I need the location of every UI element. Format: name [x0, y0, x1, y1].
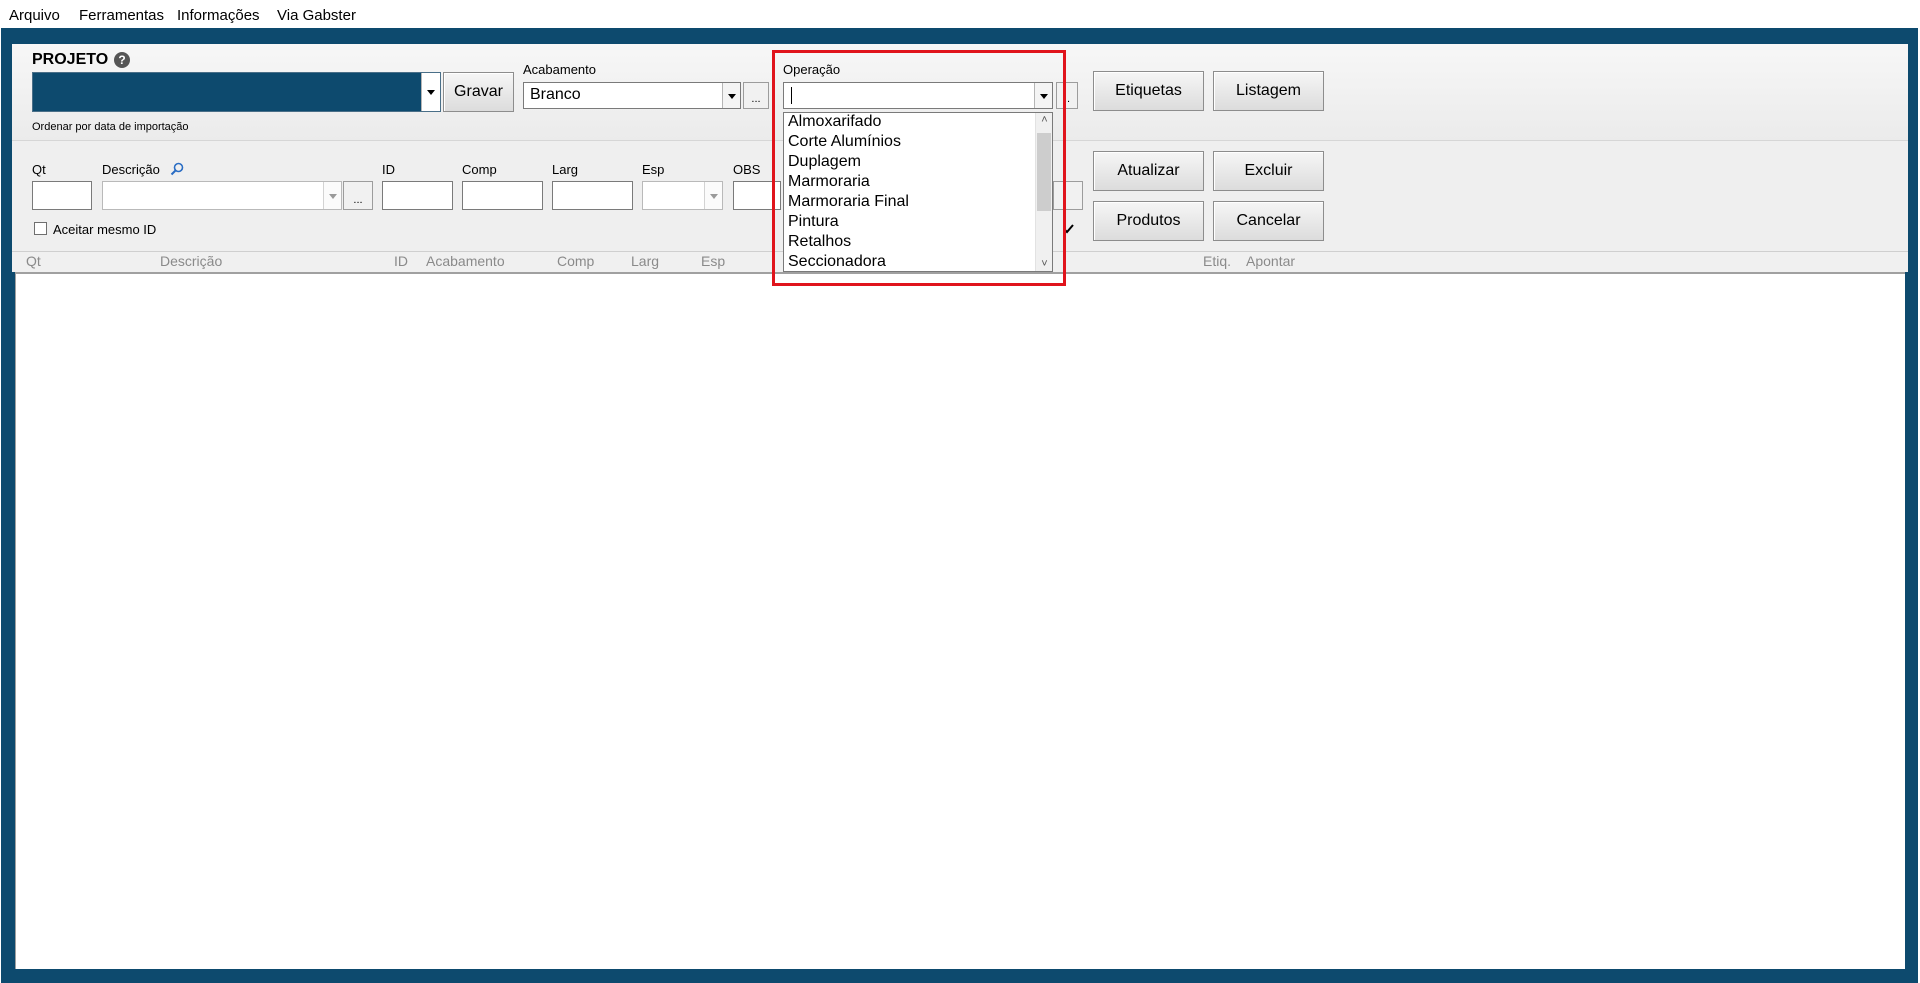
id-input[interactable]: [382, 181, 453, 210]
chevron-down-icon: [427, 90, 435, 95]
larg-input[interactable]: [552, 181, 633, 210]
column-apontar[interactable]: Apontar: [1246, 253, 1295, 269]
acabamento-label: Acabamento: [523, 62, 596, 77]
projeto-label: PROJETO: [32, 51, 109, 68]
listagem-button[interactable]: Listagem: [1213, 71, 1324, 111]
column-comp[interactable]: Comp: [557, 253, 594, 269]
chevron-down-icon: [329, 193, 337, 199]
column-etiq[interactable]: Etiq.: [1203, 253, 1231, 269]
search-icon[interactable]: [170, 162, 184, 176]
comp-input[interactable]: [462, 181, 543, 210]
aceitar-checkbox[interactable]: [34, 222, 47, 235]
highlight-box: [772, 50, 1066, 286]
column-descricao[interactable]: Descrição: [160, 253, 222, 269]
column-esp[interactable]: Esp: [701, 253, 725, 269]
menu-via-gabster[interactable]: Via Gabster: [277, 7, 356, 24]
acabamento-more-button[interactable]: ...: [743, 82, 769, 109]
descricao-label: Descrição: [102, 162, 160, 177]
etiquetas-button[interactable]: Etiquetas: [1093, 71, 1204, 111]
help-icon[interactable]: ?: [114, 52, 130, 68]
acabamento-value: Branco: [530, 86, 581, 103]
produtos-button[interactable]: Produtos: [1093, 201, 1204, 241]
esp-select[interactable]: [642, 181, 723, 210]
column-id[interactable]: ID: [394, 253, 408, 269]
descricao-dropdown-button[interactable]: [323, 182, 341, 209]
menu-informacoes[interactable]: Informações: [177, 7, 260, 24]
comp-label: Comp: [462, 162, 497, 177]
grid-content[interactable]: [15, 272, 1905, 969]
esp-dropdown-button[interactable]: [704, 182, 722, 209]
acabamento-select[interactable]: Branco: [523, 82, 741, 109]
chevron-down-icon: [728, 93, 736, 99]
chevron-down-icon: [710, 193, 718, 199]
cancelar-button[interactable]: Cancelar: [1213, 201, 1324, 241]
gravar-button[interactable]: Gravar: [443, 72, 514, 112]
atualizar-button[interactable]: Atualizar: [1093, 151, 1204, 191]
column-larg[interactable]: Larg: [631, 253, 659, 269]
obs-label: OBS: [733, 162, 761, 177]
larg-label: Larg: [552, 162, 579, 177]
menu-bar: Arquivo Ferramentas Informações Via Gabs…: [0, 0, 1920, 29]
sort-hint: Ordenar por data de importação: [32, 121, 189, 133]
excluir-button[interactable]: Excluir: [1213, 151, 1324, 191]
menu-ferramentas[interactable]: Ferramentas: [79, 7, 164, 24]
acabamento-dropdown-button[interactable]: [722, 83, 740, 108]
id-label: ID: [382, 162, 395, 177]
esp-label: Esp: [642, 162, 665, 177]
aceitar-label: Aceitar mesmo ID: [53, 222, 157, 237]
descricao-select[interactable]: [102, 181, 342, 210]
menu-arquivo[interactable]: Arquivo: [9, 7, 60, 24]
qt-input[interactable]: [32, 181, 92, 210]
column-acabamento[interactable]: Acabamento: [426, 253, 505, 269]
projeto-dropdown-button[interactable]: [421, 73, 440, 111]
qt-label: Qt: [32, 162, 46, 177]
descricao-more-button[interactable]: ...: [343, 181, 373, 210]
column-qt[interactable]: Qt: [26, 253, 41, 269]
projeto-select[interactable]: [32, 72, 441, 112]
